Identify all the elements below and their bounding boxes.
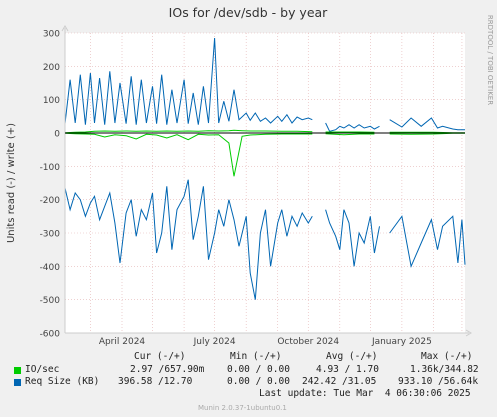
legend-header-cur: Cur (-/+) — [134, 351, 186, 362]
legend-swatch-io — [14, 367, 21, 374]
side-label: RRDTOOL / TOBI OETIKER — [486, 15, 494, 105]
legend-cur-io: 2.97 /657.90m — [130, 364, 205, 375]
last-update: Last update: Tue Mar 4 06:30:06 2025 — [259, 388, 471, 399]
legend-swatch-req — [14, 379, 21, 386]
legend-max-req: 933.10 /56.64k — [398, 376, 479, 387]
y-tick-label: 0 — [54, 130, 60, 140]
legend-max-io: 1.36k/344.82 — [410, 364, 479, 375]
chart-title: IOs for /dev/sdb - by year — [169, 5, 329, 20]
y-tick-label: 300 — [43, 30, 60, 40]
x-tick-label: July 2024 — [193, 337, 236, 347]
munin-version: Munin 2.0.37-1ubuntu0.1 — [198, 404, 287, 412]
y-tick-label: -300 — [40, 230, 61, 240]
legend-header-min: Min (-/+) — [230, 351, 282, 362]
y-tick-label: 200 — [43, 63, 60, 73]
legend-name-req: Req Size (KB) — [25, 376, 100, 387]
legend-avg-req: 242.42 /31.05 — [302, 376, 377, 387]
y-tick-label: -400 — [40, 263, 61, 273]
y-tick-label: -200 — [40, 196, 61, 206]
x-tick-label: April 2024 — [99, 337, 146, 347]
y-axis-label: Units read (-) / write (+) — [6, 123, 17, 243]
legend-header-avg: Avg (-/+) — [326, 351, 378, 362]
y-tick-label: -100 — [40, 163, 61, 173]
y-tick-label: -500 — [40, 296, 61, 306]
legend-name-io: IO/sec — [25, 364, 60, 375]
x-tick-label: January 2025 — [371, 337, 432, 347]
legend-avg-io: 4.93 / 1.70 — [316, 364, 379, 375]
legend-cur-req: 396.58 /12.70 — [118, 376, 193, 387]
legend-min-io: 0.00 / 0.00 — [227, 364, 290, 375]
x-tick-label: October 2024 — [277, 337, 339, 347]
legend-header-max: Max (-/+) — [421, 351, 473, 362]
y-tick-label: -600 — [40, 330, 61, 340]
legend-min-req: 0.00 / 0.00 — [227, 376, 290, 387]
plot-area — [65, 33, 465, 333]
y-tick-label: 100 — [43, 96, 60, 106]
